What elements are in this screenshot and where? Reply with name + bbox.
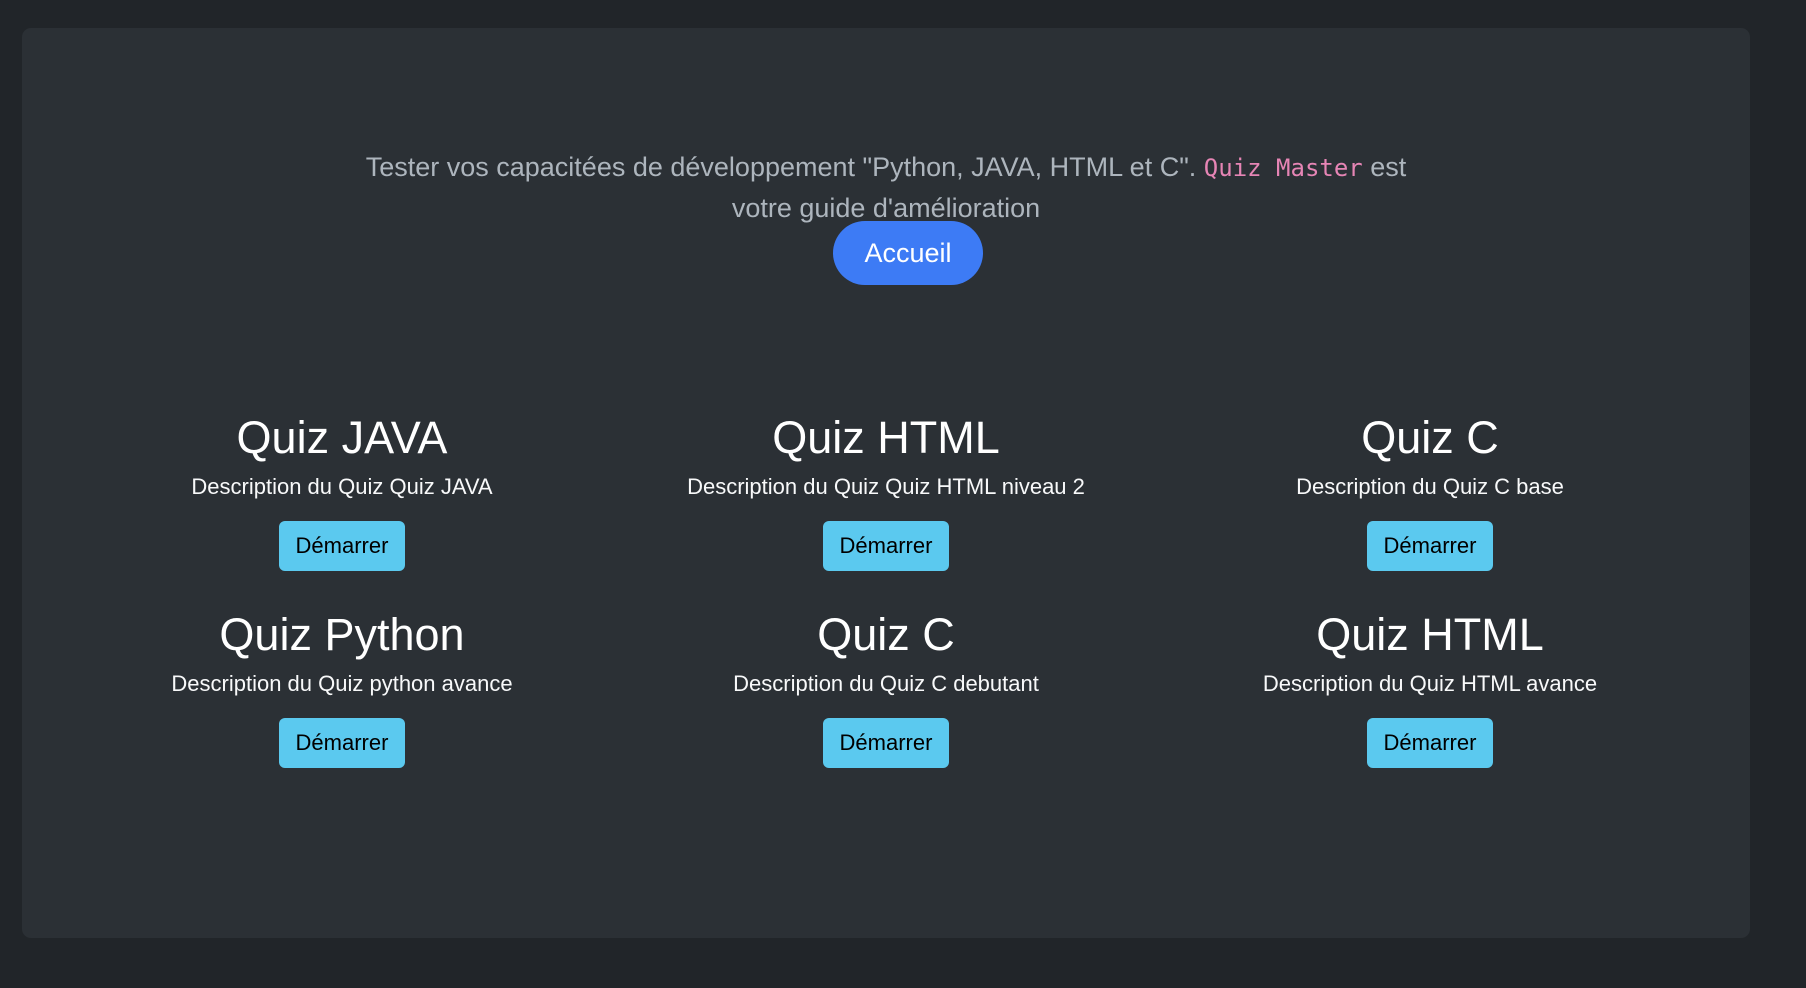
start-quiz-button[interactable]: Démarrer	[823, 718, 949, 768]
start-quiz-button[interactable]: Démarrer	[823, 521, 949, 571]
quiz-description: Description du Quiz Quiz HTML niveau 2	[687, 474, 1085, 499]
start-quiz-button[interactable]: Démarrer	[279, 521, 405, 571]
quiz-description: Description du Quiz HTML avance	[1262, 671, 1598, 696]
quiz-title: Quiz C	[1361, 412, 1499, 463]
start-quiz-button[interactable]: Démarrer	[1367, 521, 1493, 571]
quiz-card: Quiz C Description du Quiz C base Démarr…	[1158, 410, 1702, 607]
intro-line-1: Tester vos capacitées de développement "…	[22, 147, 1750, 188]
quiz-card: Quiz Python Description du Quiz python a…	[70, 607, 614, 804]
quiz-description: Description du Quiz C debutant	[733, 671, 1039, 696]
quiz-title: Quiz HTML	[772, 412, 1000, 463]
quiz-title: Quiz Python	[219, 609, 465, 660]
intro-text: Tester vos capacitées de développement "…	[22, 147, 1750, 228]
quiz-description: Description du Quiz C base	[1296, 474, 1564, 499]
quiz-title: Quiz JAVA	[236, 412, 448, 463]
quiz-card: Quiz HTML Description du Quiz Quiz HTML …	[614, 410, 1158, 607]
start-quiz-button[interactable]: Démarrer	[1367, 718, 1493, 768]
quiz-card: Quiz HTML Description du Quiz HTML avanc…	[1158, 607, 1702, 804]
quiz-title: Quiz C	[817, 609, 955, 660]
quiz-description: Description du Quiz python avance	[171, 671, 513, 696]
intro-text-before: Tester vos capacitées de développement "…	[365, 152, 1204, 182]
quiz-description: Description du Quiz Quiz JAVA	[191, 474, 493, 499]
quiz-title: Quiz HTML	[1316, 609, 1544, 660]
start-quiz-button[interactable]: Démarrer	[279, 718, 405, 768]
main-panel: Tester vos capacitées de développement "…	[22, 28, 1750, 938]
intro-text-after: est	[1362, 152, 1407, 182]
home-button[interactable]: Accueil	[833, 221, 983, 285]
quiz-card: Quiz JAVA Description du Quiz Quiz JAVA …	[70, 410, 614, 607]
quiz-card: Quiz C Description du Quiz C debutant Dé…	[614, 607, 1158, 804]
quiz-grid: Quiz JAVA Description du Quiz Quiz JAVA …	[22, 410, 1750, 804]
brand-name-code: Quiz Master	[1203, 154, 1363, 182]
